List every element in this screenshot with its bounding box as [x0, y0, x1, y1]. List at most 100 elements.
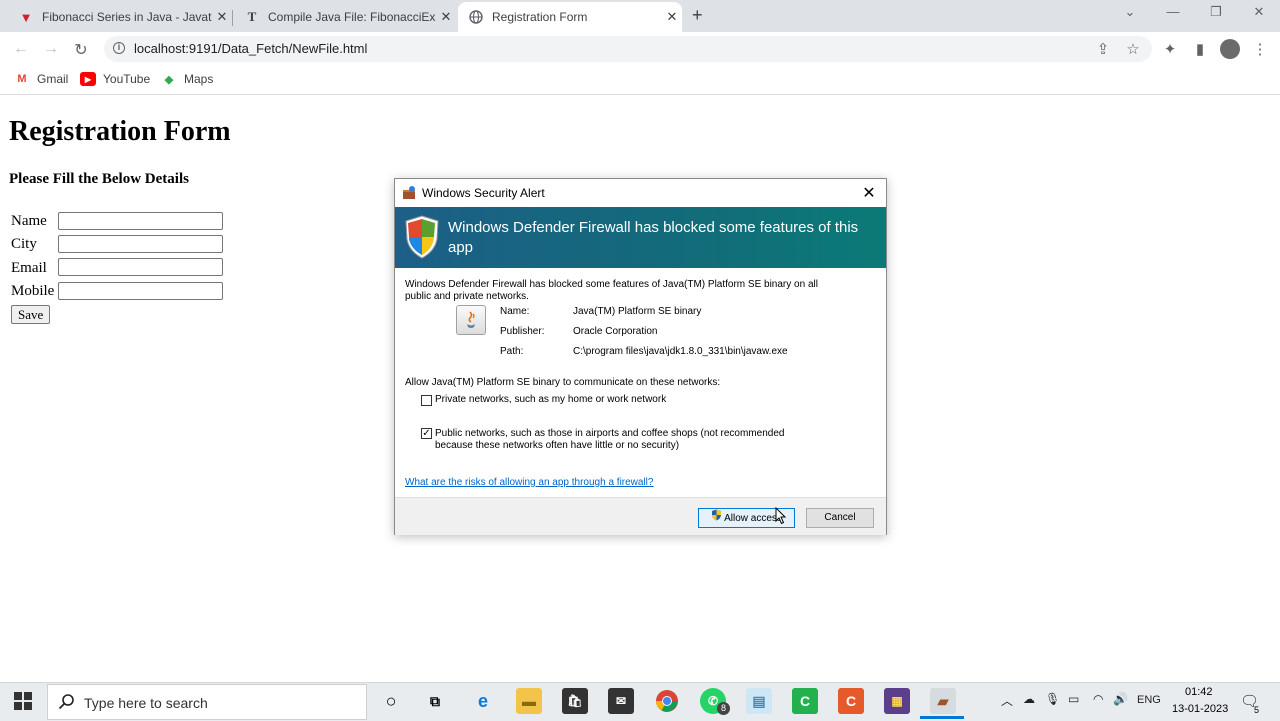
forward-icon[interactable]: → [41, 40, 61, 58]
search-placeholder: Type here to search [84, 695, 208, 711]
page-title: Registration Form [9, 116, 231, 147]
allow-prompt: Allow Java(TM) Platform SE binary to com… [405, 377, 721, 388]
site-info-icon[interactable]: i [113, 42, 125, 54]
name-label: Name [11, 213, 47, 229]
tab-separator [232, 10, 233, 26]
tab-close-icon[interactable]: ✕ [212, 9, 232, 25]
battery-icon[interactable]: ▭ [1068, 692, 1079, 706]
notepad-plus-icon[interactable]: C [792, 688, 818, 714]
name-field[interactable] [58, 212, 223, 230]
tab-fibonacci[interactable]: ▼ Fibonacci Series in Java - Javatpc ✕ [8, 2, 232, 32]
whatsapp-badge: 8 [717, 702, 730, 715]
dialog-footer: Allow access Cancel [395, 497, 886, 535]
mobile-label: Mobile [11, 283, 55, 299]
task-view-icon[interactable]: ⧉ [422, 688, 448, 714]
city-field[interactable] [58, 235, 223, 253]
name-label: Name: [500, 306, 530, 317]
mobile-field[interactable] [58, 282, 223, 300]
name-value: Java(TM) Platform SE binary [573, 306, 702, 317]
windows-shield-icon [404, 215, 440, 264]
back-icon[interactable]: ← [11, 40, 31, 58]
tab-search-chevron-icon[interactable]: ⌄ [1115, 4, 1145, 20]
firewall-app-icon [402, 185, 417, 205]
chrome-icon[interactable] [654, 688, 680, 714]
save-button[interactable]: Save [11, 305, 51, 324]
public-networks-label[interactable]: Public networks, such as those in airpor… [435, 428, 805, 452]
tab-registration-form[interactable]: Registration Form ✕ [458, 2, 682, 32]
side-panel-icon[interactable]: ▮ [1190, 40, 1210, 58]
tab-close-icon[interactable]: ✕ [662, 9, 682, 25]
dialog-banner: Windows Defender Firewall has blocked so… [395, 207, 886, 268]
bookmark-gmail[interactable]: M Gmail [14, 72, 68, 86]
tab-close-icon[interactable]: ✕ [436, 9, 456, 25]
mouse-cursor-icon [775, 507, 787, 525]
page-subtitle: Please Fill the Below Details [9, 171, 189, 187]
extensions-icon[interactable]: ✦ [1160, 40, 1180, 58]
globe-icon [468, 9, 484, 25]
firewall-taskbar-icon[interactable]: ▰ [930, 688, 956, 714]
cortana-icon[interactable]: ○ [378, 688, 404, 714]
tray-chevron-icon[interactable]: ︿ [1001, 692, 1013, 709]
publisher-label: Publisher: [500, 326, 545, 337]
bookmark-label: Gmail [37, 72, 69, 86]
javatpoint-favicon-icon: ▼ [19, 9, 33, 25]
mail-icon[interactable]: ✉ [608, 688, 634, 714]
private-networks-checkbox[interactable] [421, 395, 432, 406]
text-favicon-icon: T [247, 9, 257, 24]
path-label: Path: [500, 346, 524, 357]
public-networks-checkbox[interactable]: ✓ [421, 428, 432, 439]
dialog-title: Windows Security Alert [422, 186, 545, 200]
bookmark-star-icon[interactable]: ☆ [1123, 40, 1143, 58]
notification-count: 5 [1254, 705, 1260, 715]
reload-icon[interactable]: ↻ [71, 40, 91, 60]
codeblocks-icon[interactable]: C [838, 688, 864, 714]
search-icon [58, 693, 76, 716]
cancel-button[interactable]: Cancel [806, 508, 874, 528]
tab-title: Registration Form [492, 10, 588, 24]
window-close-icon[interactable]: ✕ [1244, 4, 1274, 20]
wifi-icon[interactable]: ◠ [1093, 692, 1103, 706]
java-icon [456, 305, 486, 335]
bookmark-maps[interactable]: ◆ Maps [161, 72, 214, 86]
dialog-description: Windows Defender Firewall has blocked so… [405, 279, 818, 302]
private-networks-label[interactable]: Private networks, such as my home or wor… [435, 394, 666, 406]
share-icon[interactable]: ⇪ [1093, 40, 1113, 58]
email-field[interactable] [58, 258, 223, 276]
uac-shield-icon [711, 509, 722, 528]
minimize-icon[interactable]: — [1158, 4, 1188, 19]
language-indicator[interactable]: ENG [1137, 694, 1161, 706]
tab-compile-java[interactable]: T Compile Java File: FibonacciExam ✕ [234, 2, 456, 32]
path-value: C:\program files\java\jdk1.8.0_331\bin\j… [573, 346, 788, 357]
dialog-close-icon[interactable]: ✕ [860, 183, 878, 203]
onedrive-icon[interactable]: ☁ [1023, 692, 1035, 706]
edge-icon[interactable]: e [470, 688, 496, 714]
gmail-icon: M [17, 73, 27, 85]
url-text: localhost:9191/Data_Fetch/NewFile.html [134, 41, 368, 56]
maps-icon: ◆ [164, 73, 174, 86]
bookmark-label: YouTube [103, 72, 151, 86]
bookmark-youtube[interactable]: ▶ YouTube [80, 72, 150, 86]
dialog-banner-text: Windows Defender Firewall has blocked so… [448, 219, 859, 256]
volume-icon[interactable]: 🔊 [1113, 692, 1128, 706]
dialog-titlebar[interactable]: Windows Security Alert ✕ [395, 179, 886, 207]
address-bar[interactable]: i localhost:9191/Data_Fetch/NewFile.html [104, 36, 1152, 62]
active-app-indicator [920, 716, 964, 719]
windows-start-icon[interactable] [14, 692, 32, 715]
store-icon[interactable]: 🛍 [562, 688, 588, 714]
notepad-icon[interactable]: ▤ [746, 688, 772, 714]
menu-dots-icon[interactable]: ⋮ [1250, 40, 1270, 58]
tab-title: Fibonacci Series in Java - Javatpc [42, 10, 212, 24]
firewall-risks-link[interactable]: What are the risks of allowing an app th… [405, 477, 653, 488]
tab-title: Compile Java File: FibonacciExam [268, 10, 436, 24]
clock-time[interactable]: 01:42 [1185, 686, 1213, 698]
clock-date[interactable]: 13-01-2023 [1172, 703, 1228, 715]
taskbar-search-input[interactable]: Type here to search [47, 684, 367, 720]
restore-icon[interactable]: ❐ [1201, 4, 1231, 20]
winrar-icon[interactable]: ▦ [884, 688, 910, 714]
allow-access-label: Allow access [724, 513, 782, 525]
microphone-icon[interactable]: 🎙 [1045, 692, 1060, 706]
new-tab-icon[interactable]: + [692, 5, 703, 26]
avatar[interactable] [1220, 39, 1240, 59]
file-explorer-icon[interactable]: ▬ [516, 688, 542, 714]
publisher-value: Oracle Corporation [573, 326, 658, 337]
